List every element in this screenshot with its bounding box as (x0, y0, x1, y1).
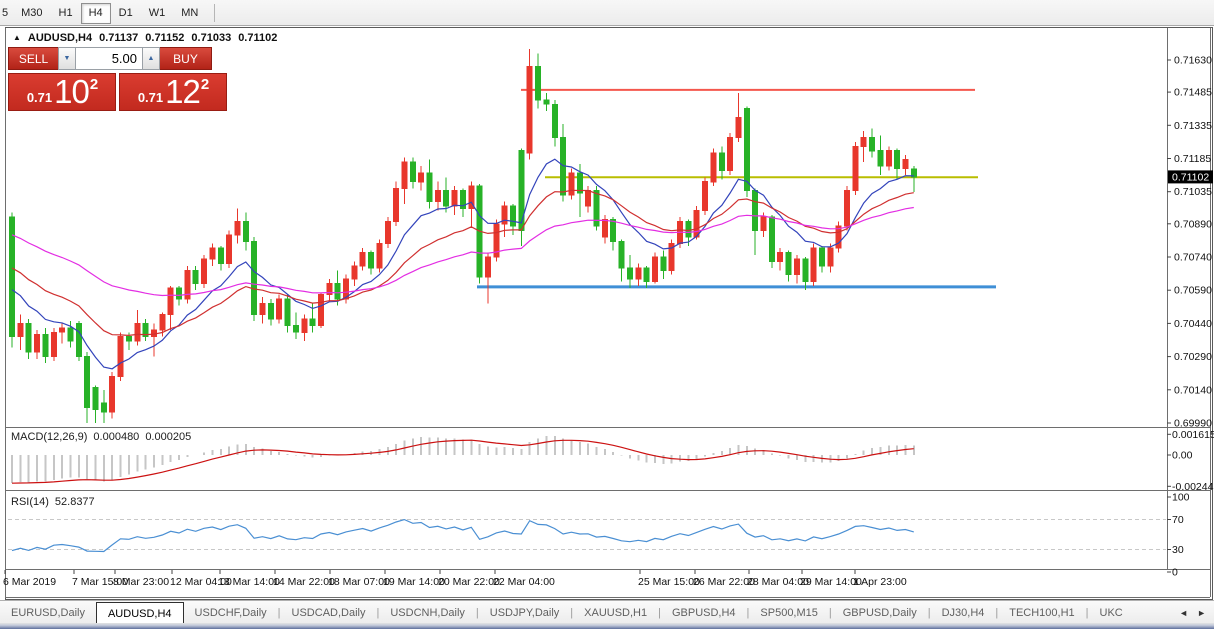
svg-text:0.70590: 0.70590 (1174, 285, 1212, 297)
buy-price-prefix: 0.71 (138, 90, 163, 105)
svg-text:8 Mar 23:00: 8 Mar 23:00 (113, 576, 169, 588)
tab-scroll-left-icon[interactable]: ◄ (1179, 608, 1188, 618)
window-bottom-edge (0, 623, 1214, 629)
chart-tab-gbpusd-daily[interactable]: GBPUSD,Daily (832, 601, 928, 624)
svg-text:0.70440: 0.70440 (1174, 318, 1212, 330)
svg-text:0.71485: 0.71485 (1174, 87, 1212, 99)
macd-name: MACD(12,26,9) (11, 431, 87, 443)
rsi-name: RSI(14) (11, 496, 49, 508)
chart-tab-usdjpy-daily[interactable]: USDJPY,Daily (479, 601, 571, 624)
buy-price-pips: 12 (165, 73, 200, 111)
svg-text:20 Mar 22:00: 20 Mar 22:00 (438, 576, 500, 588)
svg-text:0.69990: 0.69990 (1174, 418, 1212, 430)
low-value: 0.71033 (191, 32, 231, 44)
chart-tab-usdcad-daily[interactable]: USDCAD,Daily (281, 601, 377, 624)
sell-price-prefix: 0.71 (27, 90, 52, 105)
macd-axis[interactable]: 0.0016150.00-0.002443 (1167, 429, 1214, 493)
rsi-line (12, 520, 914, 552)
chart-tab-sp500-m15[interactable]: SP500,M15 (749, 601, 828, 624)
svg-text:26 Mar 22:00: 26 Mar 22:00 (693, 576, 755, 588)
svg-text:0.70290: 0.70290 (1174, 351, 1212, 363)
svg-text:0.001615: 0.001615 (1172, 429, 1214, 441)
svg-text:6 Mar 2019: 6 Mar 2019 (3, 576, 56, 588)
symbol-ohlc-header: ▲ AUDUSD,H4 0.71137 0.71152 0.71033 0.71… (13, 32, 277, 44)
svg-text:0.70140: 0.70140 (1174, 384, 1212, 396)
sell-price-point: 2 (90, 76, 98, 93)
chart-tab-audusd-h4[interactable]: AUDUSD,H4 (96, 602, 184, 624)
sell-price-button[interactable]: 0.71 10 2 (8, 73, 116, 111)
macd-signal-value: 0.000205 (145, 431, 191, 443)
volume-input[interactable] (76, 47, 142, 70)
tab-scroll-right-icon[interactable]: ► (1197, 608, 1206, 618)
svg-text:0.70740: 0.70740 (1174, 252, 1212, 264)
svg-text:1 Apr 23:00: 1 Apr 23:00 (853, 576, 907, 588)
svg-text:14 Mar 22:00: 14 Mar 22:00 (273, 576, 335, 588)
svg-text:100: 100 (1172, 492, 1190, 504)
chart-tab-xauusd-h1[interactable]: XAUUSD,H1 (573, 601, 658, 624)
rsi-label-row: RSI(14) 52.8377 (11, 496, 95, 508)
chart-tab-tech100-h1[interactable]: TECH100,H1 (998, 601, 1085, 624)
close-value: 0.71102 (238, 32, 277, 44)
spin-up-icon: ▲ (148, 55, 155, 62)
svg-text:0.71335: 0.71335 (1174, 120, 1212, 132)
macd-value: 0.000480 (93, 431, 139, 443)
sell-button[interactable]: SELL (8, 47, 58, 70)
svg-text:18 Mar 07:00: 18 Mar 07:00 (328, 576, 390, 588)
svg-text:0.71630: 0.71630 (1174, 55, 1212, 67)
high-value: 0.71152 (145, 32, 184, 44)
chart-tab-ukc[interactable]: UKC (1089, 601, 1134, 624)
spin-down-icon: ▼ (64, 55, 71, 62)
time-axis[interactable]: 6 Mar 20197 Mar 15:008 Mar 23:0012 Mar 0… (3, 570, 907, 588)
price-axis[interactable]: 0.71630 0.71485 0.71335 0.71185 0.71035 0.708… (1167, 55, 1213, 430)
svg-text:25 Mar 15:00: 25 Mar 15:00 (638, 576, 700, 588)
svg-text:0.00: 0.00 (1172, 450, 1193, 462)
buy-price-point: 2 (201, 76, 209, 93)
rsi-level-lines (8, 520, 1166, 550)
pane-frames (5, 28, 1211, 598)
svg-text:0.71035: 0.71035 (1174, 186, 1212, 198)
svg-text:0.71102: 0.71102 (1172, 171, 1209, 183)
ma-slow-line (12, 208, 914, 296)
volume-decrease-button[interactable]: ▼ (58, 47, 76, 70)
svg-text:13 Mar 14:00: 13 Mar 14:00 (218, 576, 280, 588)
symbol-label: AUDUSD,H4 (28, 32, 92, 44)
svg-text:70: 70 (1172, 514, 1184, 526)
svg-text:30: 30 (1172, 544, 1184, 556)
chart-tab-gbpusd-h4[interactable]: GBPUSD,H4 (661, 601, 747, 624)
svg-text:22 Mar 04:00: 22 Mar 04:00 (493, 576, 555, 588)
volume-increase-button[interactable]: ▲ (142, 47, 160, 70)
open-value: 0.71137 (99, 32, 138, 44)
buy-button[interactable]: BUY (160, 47, 212, 70)
chart-tab-usdchf-daily[interactable]: USDCHF,Daily (184, 601, 278, 624)
chart-tab-dj30-h4[interactable]: DJ30,H4 (931, 601, 996, 624)
rsi-axis[interactable]: 100 70 30 0 (1167, 492, 1190, 579)
svg-text:0.70890: 0.70890 (1174, 218, 1212, 230)
buy-price-button[interactable]: 0.71 12 2 (119, 73, 227, 111)
chart-tab-bar: EURUSD,DailyAUDUSD,H4USDCHF,Daily|USDCAD… (0, 600, 1214, 624)
svg-text:0: 0 (1172, 567, 1178, 579)
svg-text:19 Mar 14:00: 19 Mar 14:00 (383, 576, 445, 588)
chart-tab-eurusd-daily[interactable]: EURUSD,Daily (0, 601, 96, 624)
sell-price-pips: 10 (54, 73, 89, 111)
one-click-trading-panel: SELL ▼ ▲ BUY 0.71 10 2 0.71 12 2 (8, 47, 230, 111)
collapse-panel-icon[interactable]: ▲ (13, 33, 21, 45)
rsi-value: 52.8377 (55, 496, 95, 508)
tab-scroll-arrows: ◄► (1179, 601, 1214, 624)
macd-label-row: MACD(12,26,9) 0.000480 0.000205 (11, 431, 191, 443)
chart-tab-usdcnh-daily[interactable]: USDCNH,Daily (379, 601, 476, 624)
svg-text:0.71185: 0.71185 (1174, 153, 1211, 165)
